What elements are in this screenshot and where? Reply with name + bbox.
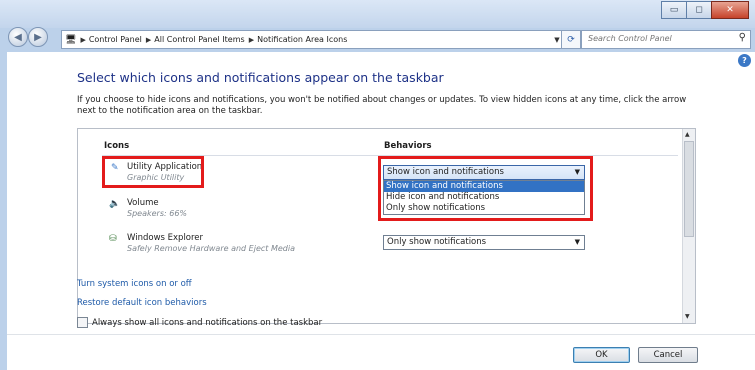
footer-divider [7, 334, 755, 335]
forward-arrow-icon: ▶ [34, 31, 42, 43]
page-description: If you choose to hide icons and notifica… [77, 95, 687, 116]
row-name-explorer: Windows Explorer [127, 233, 204, 243]
row-subtitle-volume: Speakers: 66% [127, 209, 188, 218]
minimize-button[interactable]: ▭ [661, 1, 687, 19]
breadcrumb-control-panel[interactable]: Control Panel [89, 35, 142, 44]
row-name-volume: Volume [127, 198, 159, 208]
behaviors-column-header: Behaviors [384, 141, 432, 151]
icons-column-header: Icons [104, 141, 130, 151]
restore-defaults-link[interactable]: Restore default icon behaviors [77, 298, 207, 308]
highlight-box-utility-name [102, 156, 204, 188]
ok-button[interactable]: OK [573, 347, 630, 363]
search-input[interactable] [582, 31, 738, 46]
refresh-button[interactable]: ⟳ [561, 30, 581, 49]
breadcrumb-separator: ▶ [248, 35, 255, 44]
maximize-button[interactable]: ◻ [686, 1, 712, 19]
usb-device-icon: ⛁ [109, 234, 117, 244]
selected-behavior-explorer: Only show notifications [387, 237, 487, 247]
breadcrumb-all-items[interactable]: All Control Panel Items [154, 35, 244, 44]
forward-button[interactable]: ▶ [28, 27, 48, 47]
speaker-icon: 🔈 [109, 199, 121, 209]
title-bar: ▭ ◻ ✕ [0, 0, 755, 28]
page-title: Select which icons and notifications app… [77, 70, 444, 85]
highlight-box-behavior-dropdown [378, 156, 593, 221]
breadcrumb-separator: ▶ [80, 35, 86, 44]
breadcrumb-separator: ▶ [145, 35, 152, 44]
refresh-icon: ⟳ [567, 34, 575, 45]
icons-list-panel: Icons Behaviors ✎ Utility Application Gr… [77, 128, 696, 324]
address-bar[interactable]: 🖥 ▶ Control Panel ▶ All Control Panel It… [61, 30, 565, 49]
close-button[interactable]: ✕ [711, 1, 749, 19]
always-show-label: Always show all icons and notifications … [92, 317, 323, 328]
breadcrumb-notification-area[interactable]: Notification Area Icons [257, 35, 347, 44]
search-box[interactable]: ⚲ [581, 30, 751, 49]
back-button[interactable]: ◀ [8, 27, 28, 47]
scroll-down-icon[interactable]: ▼ [685, 313, 690, 320]
search-icon[interactable]: ⚲ [739, 32, 746, 43]
row-subtitle-explorer: Safely Remove Hardware and Eject Media [127, 244, 295, 253]
list-scrollbar[interactable]: ▲ ▼ [682, 129, 695, 323]
help-icon[interactable]: ? [738, 54, 751, 67]
always-show-checkbox-row[interactable]: Always show all icons and notifications … [77, 317, 322, 328]
window-controls: ▭ ◻ ✕ [661, 1, 749, 19]
content-area: ? Select which icons and notifications a… [7, 52, 755, 370]
always-show-checkbox[interactable] [77, 317, 88, 328]
back-arrow-icon: ◀ [14, 31, 22, 43]
control-panel-icon: 🖥 [65, 34, 77, 45]
scrollbar-thumb[interactable] [684, 141, 694, 237]
window-frame: ▭ ◻ ✕ ◀ ▶ 🖥 ▶ Control Panel ▶ All Contro… [0, 0, 755, 370]
chevron-down-icon: ▼ [574, 238, 580, 246]
scroll-up-icon[interactable]: ▲ [685, 131, 690, 138]
cancel-button[interactable]: Cancel [638, 347, 698, 363]
turn-system-icons-link[interactable]: Turn system icons on or off [77, 279, 192, 289]
behavior-select-explorer[interactable]: Only show notifications ▼ [383, 235, 585, 250]
